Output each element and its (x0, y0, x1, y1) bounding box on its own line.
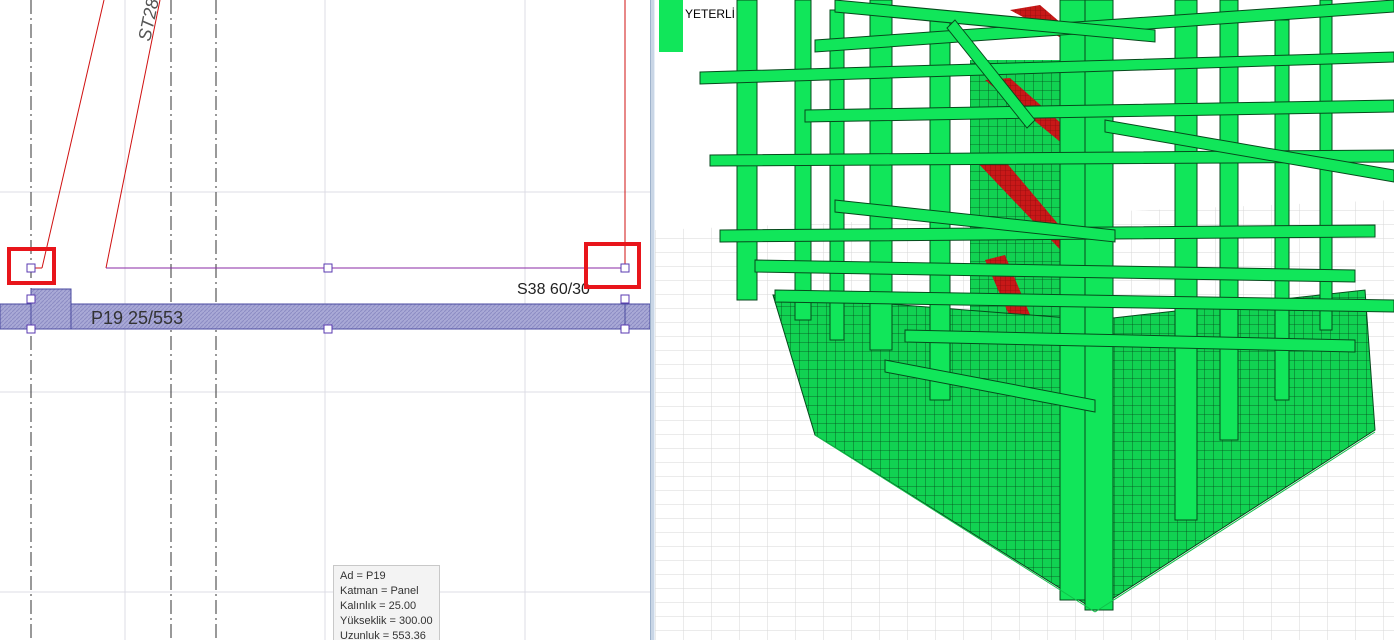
tooltip-line: Katman = Panel (340, 585, 419, 597)
stair-outline[interactable] (31, 0, 626, 269)
app-window: ST28 P19 25/553 S38 60/30 Ad = P19 Katma… (0, 0, 1394, 640)
legend-label: YETERLİ (685, 7, 735, 21)
tooltip-line: Kalınlık = 25.00 (340, 600, 417, 612)
panel-label: P19 25/553 (91, 308, 183, 328)
column-end[interactable] (30, 288, 72, 330)
element-tooltip: Ad = P19 Katman = Panel Kalınlık = 25.00… (333, 565, 440, 640)
stair-label: ST28 (134, 0, 163, 43)
tooltip-line: Yükseklik = 300.00 (340, 615, 433, 627)
plan-canvas[interactable]: ST28 P19 25/553 S38 60/30 (0, 0, 650, 640)
legend-swatch (659, 0, 683, 52)
tooltip-line: Ad = P19 (340, 570, 386, 582)
model-canvas[interactable]: YETERLİ (655, 0, 1394, 640)
highlight-box-right (584, 242, 641, 289)
plan-view[interactable]: ST28 P19 25/553 S38 60/30 Ad = P19 Katma… (0, 0, 650, 640)
column-label: S38 60/30 (517, 281, 590, 298)
model-3d-view[interactable]: YETERLİ (655, 0, 1394, 640)
tooltip-line: Uzunluk = 553.36 (340, 630, 426, 640)
